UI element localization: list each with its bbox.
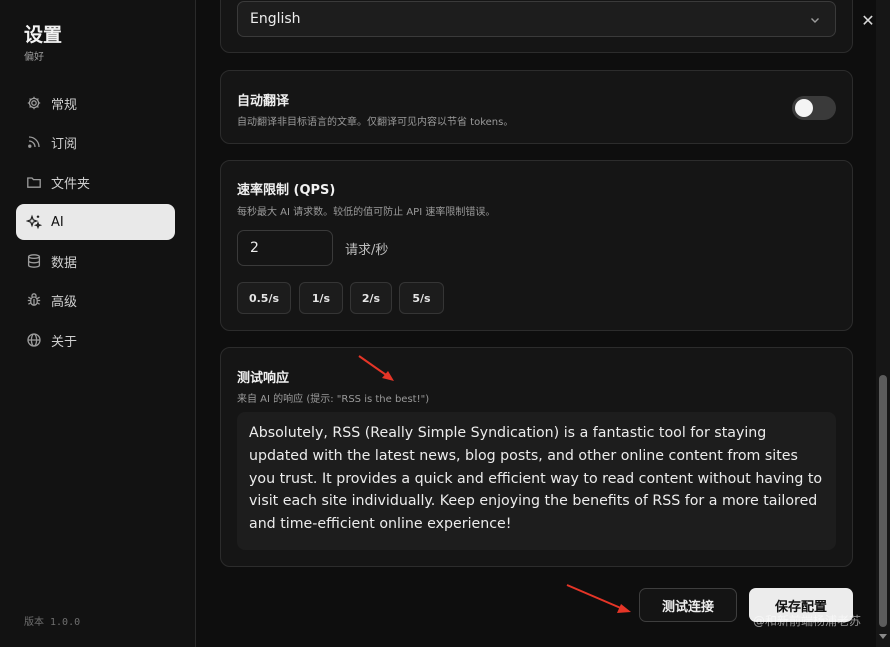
close-icon: ✕: [861, 10, 875, 30]
auto-translate-toggle[interactable]: [792, 96, 836, 120]
language-select-value: English: [250, 11, 301, 27]
database-icon: [26, 253, 42, 269]
bug-icon: [26, 292, 42, 308]
scroll-down-arrow-icon[interactable]: [879, 634, 887, 639]
preset-0-5-button[interactable]: 0.5/s: [237, 282, 291, 314]
auto-translate-card: 自动翻译 自动翻译非目标语言的文章。仅翻译可见内容以节省 tokens。: [220, 70, 853, 144]
sidebar-item-label: 关于: [51, 334, 78, 350]
globe-icon: [26, 332, 42, 348]
scrollbar[interactable]: [876, 0, 890, 647]
annotation-arrow-icon: [566, 584, 631, 613]
gear-icon: [26, 95, 42, 111]
rss-icon: [26, 134, 42, 150]
sidebar-item-label: 常规: [51, 97, 78, 113]
auto-translate-description: 自动翻译非目标语言的文章。仅翻译可见内容以节省 tokens。: [237, 117, 514, 128]
rate-limit-input[interactable]: 2: [237, 230, 333, 266]
rate-limit-card: 速率限制 (QPS) 每秒最大 AI 请求数。较低的值可防止 API 速率限制错…: [220, 160, 853, 331]
sidebar-item-ai[interactable]: AI: [16, 204, 175, 240]
sidebar-item-about[interactable]: 关于: [16, 322, 175, 358]
annotation-arrow-icon: [358, 355, 394, 381]
sidebar-item-label: 订阅: [51, 136, 78, 152]
sidebar-item-label: 文件夹: [51, 176, 91, 192]
preset-2-button[interactable]: 2/s: [350, 282, 392, 314]
preset-5-button[interactable]: 5/s: [399, 282, 444, 314]
test-response-description: 来自 AI 的响应 (提示: "RSS is the best!"): [237, 394, 430, 405]
test-response-title: 测试响应: [237, 371, 290, 386]
sparkles-icon: [26, 214, 42, 230]
language-select[interactable]: English: [237, 1, 836, 37]
sidebar: 设置 偏好 常规 订阅 文件夹 AI 数据 高级 关于 版本 1.0.0: [0, 0, 196, 647]
preset-1-button[interactable]: 1/s: [299, 282, 343, 314]
sidebar-item-label: AI: [51, 214, 64, 230]
rate-limit-description: 每秒最大 AI 请求数。较低的值可防止 API 速率限制错误。: [237, 207, 496, 218]
watermark: @和新前端杨浦老苏: [753, 614, 862, 628]
test-response-card: 测试响应 来自 AI 的响应 (提示: "RSS is the best!") …: [220, 347, 853, 567]
ai-response-text: Absolutely, RSS (Really Simple Syndicati…: [237, 412, 836, 550]
toggle-knob: [795, 99, 813, 117]
language-card: English: [220, 0, 853, 53]
rate-limit-input-value: 2: [250, 240, 259, 256]
sidebar-item-data[interactable]: 数据: [16, 243, 175, 279]
auto-translate-title: 自动翻译: [237, 94, 290, 109]
test-connection-button[interactable]: 测试连接: [639, 588, 737, 622]
scrollbar-thumb[interactable]: [879, 375, 887, 627]
rate-limit-unit: 请求/秒: [345, 243, 389, 258]
sidebar-item-subscriptions[interactable]: 订阅: [16, 124, 175, 160]
chevron-down-icon: [811, 18, 819, 23]
folder-icon: [26, 174, 42, 190]
version-label: 版本 1.0.0: [24, 617, 81, 628]
sidebar-item-general[interactable]: 常规: [16, 85, 175, 121]
settings-title: 设置: [24, 24, 63, 46]
settings-subtitle: 偏好: [24, 52, 44, 63]
sidebar-item-folders[interactable]: 文件夹: [16, 164, 175, 200]
sidebar-item-label: 高级: [51, 294, 78, 310]
close-button[interactable]: ✕: [858, 10, 878, 30]
sidebar-item-advanced[interactable]: 高级: [16, 282, 175, 318]
rate-limit-title: 速率限制 (QPS): [237, 183, 336, 198]
sidebar-item-label: 数据: [51, 255, 78, 271]
